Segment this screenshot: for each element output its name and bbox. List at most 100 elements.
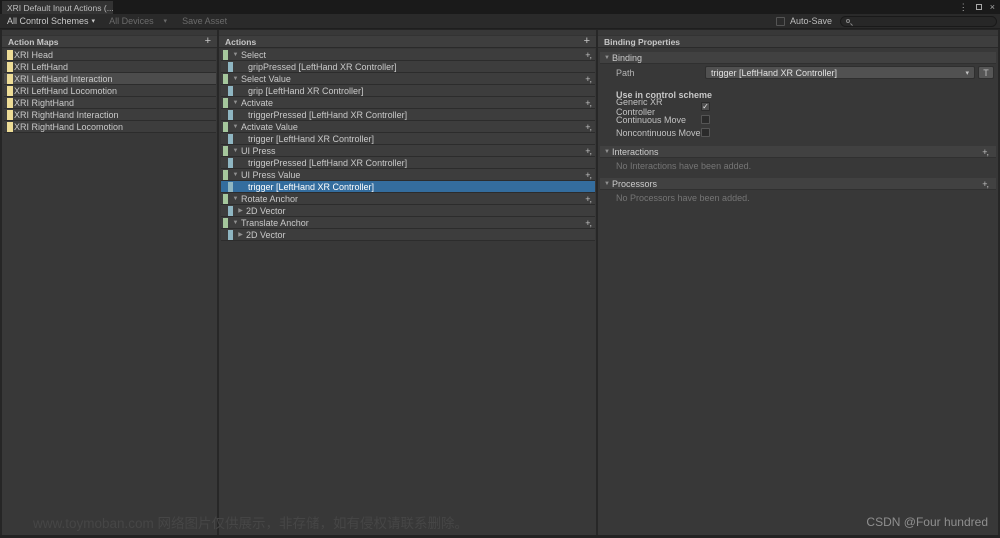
control-scheme-checkbox[interactable]: ✓: [701, 102, 710, 111]
search-input[interactable]: [853, 16, 996, 26]
action-label: UI Press Value: [241, 169, 301, 180]
auto-save-checkbox[interactable]: [775, 16, 785, 26]
add-binding-button[interactable]: +,: [585, 74, 592, 84]
add-binding-button[interactable]: +,: [585, 194, 592, 204]
action-map-row[interactable]: XRI RightHand Interaction: [4, 109, 216, 121]
watermark-left: www.toymoban.com 网络图片仅供展示，非存储，如有侵权请联系删除。: [33, 516, 469, 531]
foldout-closed-icon[interactable]: ▶: [236, 207, 245, 214]
action-map-row[interactable]: XRI RightHand: [4, 97, 216, 109]
processors-section-header[interactable]: ▼ Processors +,: [600, 178, 996, 190]
action-row[interactable]: ▼ Rotate Anchor +,: [221, 193, 595, 205]
foldout-closed-icon[interactable]: ▶: [236, 231, 245, 238]
action-color-bar: [223, 97, 228, 108]
path-text-mode-button[interactable]: T: [978, 66, 994, 79]
action-map-row[interactable]: XRI Head: [4, 49, 216, 61]
foldout-open-icon[interactable]: ▼: [231, 76, 240, 82]
devices-label: All Devices: [109, 16, 154, 26]
foldout-open-icon[interactable]: ▼: [231, 220, 240, 226]
binding-row[interactable]: gripPressed [LeftHand XR Controller]: [221, 61, 595, 73]
binding-row[interactable]: trigger [LeftHand XR Controller]: [221, 133, 595, 145]
binding-color-bar: [228, 181, 233, 192]
add-processor-button[interactable]: +,: [982, 179, 989, 189]
action-label: Translate Anchor: [241, 217, 309, 228]
add-binding-button[interactable]: +,: [585, 98, 592, 108]
control-schemes-dropdown[interactable]: All Control Schemes ▾: [0, 14, 102, 28]
action-maps-title: Action Maps: [8, 36, 59, 47]
action-map-row[interactable]: XRI LeftHand: [4, 61, 216, 73]
binding-row[interactable]: trigger [LeftHand XR Controller]: [221, 181, 595, 193]
path-dropdown[interactable]: trigger [LeftHand XR Controller] ▾: [705, 66, 975, 79]
add-binding-button[interactable]: +,: [585, 170, 592, 180]
binding-row[interactable]: grip [LeftHand XR Controller]: [221, 85, 595, 97]
binding-label: triggerPressed [LeftHand XR Controller]: [248, 157, 408, 168]
action-map-label: XRI LeftHand Interaction: [14, 73, 113, 84]
action-row[interactable]: ▼ Activate +,: [221, 97, 595, 109]
foldout-open-icon[interactable]: ▼: [231, 172, 240, 178]
binding-row[interactable]: triggerPressed [LeftHand XR Controller]: [221, 109, 595, 121]
foldout-open-icon[interactable]: ▼: [231, 124, 240, 130]
action-label: Activate: [241, 97, 274, 108]
add-binding-button[interactable]: +,: [585, 146, 592, 156]
composite-label: 2D Vector: [246, 205, 286, 216]
control-scheme-checkbox[interactable]: [701, 128, 710, 137]
action-row[interactable]: ▼ UI Press +,: [221, 145, 595, 157]
maximize-icon[interactable]: [975, 4, 982, 10]
action-label: UI Press: [241, 145, 276, 156]
add-action-button[interactable]: +: [584, 36, 590, 47]
close-icon[interactable]: ×: [990, 0, 995, 14]
binding-row[interactable]: triggerPressed [LeftHand XR Controller]: [221, 157, 595, 169]
add-action-map-button[interactable]: +: [205, 36, 211, 47]
action-row[interactable]: ▼ Translate Anchor +,: [221, 217, 595, 229]
foldout-open-icon[interactable]: ▼: [231, 196, 240, 202]
tab-bar: XRI Default Input Actions (... ⋮ ×: [0, 0, 1000, 14]
path-value: trigger [LeftHand XR Controller]: [711, 67, 838, 78]
composite-row[interactable]: ▶ 2D Vector: [221, 205, 595, 217]
foldout-open-icon[interactable]: ▼: [231, 52, 240, 58]
action-maps-header: Action Maps +: [2, 35, 217, 48]
save-asset-button[interactable]: Save Asset: [174, 16, 235, 26]
search-icon: [846, 19, 850, 23]
actions-header: Actions +: [219, 35, 596, 48]
chevron-down-icon: ▾: [91, 18, 96, 25]
action-label: Activate Value: [241, 121, 298, 132]
control-schemes-label: All Control Schemes: [7, 16, 89, 26]
action-map-label: XRI RightHand Locomotion: [14, 121, 124, 132]
add-binding-button[interactable]: +,: [585, 50, 592, 60]
action-color-bar: [223, 49, 228, 60]
action-color-bar: [223, 169, 228, 180]
foldout-open-icon[interactable]: ▼: [231, 100, 240, 106]
add-binding-button[interactable]: +,: [585, 218, 592, 228]
action-map-color-bar: [7, 97, 13, 108]
foldout-open-icon[interactable]: ▼: [231, 148, 240, 154]
binding-section-title: Binding: [612, 52, 643, 63]
add-interaction-button[interactable]: +,: [982, 147, 989, 157]
interactions-section-header[interactable]: ▼ Interactions +,: [600, 146, 996, 158]
foldout-open-icon: ▼: [604, 180, 610, 187]
kebab-menu-icon[interactable]: ⋮: [959, 0, 968, 14]
action-map-row[interactable]: XRI RightHand Locomotion: [4, 121, 216, 133]
control-scheme-checkbox[interactable]: [701, 115, 710, 124]
binding-color-bar: [228, 229, 233, 240]
asset-tab[interactable]: XRI Default Input Actions (...: [2, 1, 113, 14]
actions-list: ▼ Select +, gripPressed [LeftHand XR Contro…: [221, 49, 595, 241]
action-map-label: XRI Head: [14, 49, 54, 60]
add-binding-button[interactable]: +,: [585, 122, 592, 132]
action-row[interactable]: ▼ Select Value +,: [221, 73, 595, 85]
action-row[interactable]: ▼ Select +,: [221, 49, 595, 61]
search-field: [840, 15, 997, 27]
action-label: Rotate Anchor: [241, 193, 299, 204]
action-row[interactable]: ▼ UI Press Value +,: [221, 169, 595, 181]
binding-section-header[interactable]: ▼ Binding: [600, 52, 996, 64]
control-scheme-label: Continuous Move: [616, 114, 687, 125]
binding-label: gripPressed [LeftHand XR Controller]: [248, 61, 397, 72]
composite-row[interactable]: ▶ 2D Vector: [221, 229, 595, 241]
action-map-row[interactable]: XRI LeftHand Locomotion: [4, 85, 216, 97]
chevron-down-icon: ▾: [163, 18, 168, 25]
input-actions-window: XRI Default Input Actions (... ⋮ × All C…: [0, 0, 1000, 538]
foldout-open-icon: ▼: [604, 148, 610, 155]
action-row[interactable]: ▼ Activate Value +,: [221, 121, 595, 133]
devices-dropdown[interactable]: All Devices ▾: [102, 14, 174, 28]
action-map-row[interactable]: XRI LeftHand Interaction: [4, 73, 216, 85]
interactions-empty-text: No Interactions have been added.: [616, 161, 752, 171]
action-map-color-bar: [7, 85, 13, 96]
